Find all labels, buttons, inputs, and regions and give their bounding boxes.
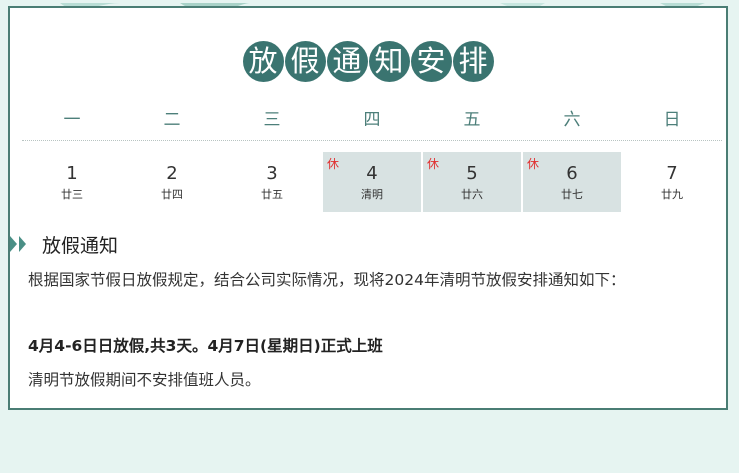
rest-badge: 休 [327, 157, 340, 171]
calendar-day-holiday: 休 4 清明 [323, 152, 421, 212]
weekday-label: 一 [63, 110, 81, 130]
lunar-date: 廿五 [261, 188, 283, 201]
section-heading: 放假通知 [10, 232, 119, 257]
calendar-day-holiday: 休 5 廿六 [423, 152, 521, 212]
notice-paragraph: 根据国家节假日放假规定，结合公司实际情况，现将2024年清明节放假安排通知如下： [28, 271, 626, 289]
section-title: 放假通知 [42, 234, 119, 257]
calendar-day: 3 廿五 [223, 152, 321, 212]
weekday-label: 五 [463, 110, 481, 130]
weekday-label: 三 [263, 110, 281, 130]
lunar-date: 廿三 [61, 188, 83, 201]
title-char: 排 [452, 41, 494, 82]
day-number: 1 [66, 163, 78, 184]
rest-badge: 休 [527, 157, 540, 171]
calendar-day: 7 廿九 [623, 152, 721, 212]
calendar-day: 1 廿三 [23, 152, 121, 212]
title-char: 通 [326, 41, 368, 82]
notice-highlight: 4月4-6日日放假,共3天。4月7日(星期日)正式上班 [28, 337, 383, 355]
title-char: 安 [410, 41, 452, 82]
weekday-label: 四 [363, 110, 381, 130]
day-number: 7 [666, 163, 678, 184]
weekday-label: 日 [663, 110, 681, 130]
lunar-date: 廿六 [461, 188, 483, 201]
lunar-date: 廿九 [661, 188, 683, 201]
rest-badge: 休 [427, 157, 440, 171]
day-number: 2 [166, 163, 178, 184]
weekday-header: 一 二 三 四 五 六 日 [22, 105, 722, 130]
weekday-label: 六 [563, 110, 581, 130]
calendar-day-holiday: 休 6 廿七 [523, 152, 621, 212]
calendar-week: 1 廿三 2 廿四 3 廿五 休 4 清明 休 5 廿六 休 6 廿七 7 廿九 [22, 152, 722, 212]
calendar-day: 2 廿四 [123, 152, 221, 212]
divider [22, 140, 722, 141]
lunar-date: 清明 [361, 188, 383, 201]
double-arrow-icon [10, 236, 26, 252]
notice-card: 放 假 通 知 安 排 一 二 三 四 五 六 日 1 廿三 2 廿四 3 廿五… [8, 6, 728, 410]
notice-paragraph: 清明节放假期间不安排值班人员。 [28, 371, 261, 389]
title-char: 放 [242, 41, 284, 82]
day-number: 3 [266, 163, 278, 184]
page-title: 放 假 通 知 安 排 [10, 38, 726, 86]
title-char: 假 [284, 41, 326, 82]
lunar-date: 廿四 [161, 188, 183, 201]
lunar-date: 廿七 [561, 188, 583, 201]
title-char: 知 [368, 41, 410, 82]
weekday-label: 二 [163, 110, 181, 130]
